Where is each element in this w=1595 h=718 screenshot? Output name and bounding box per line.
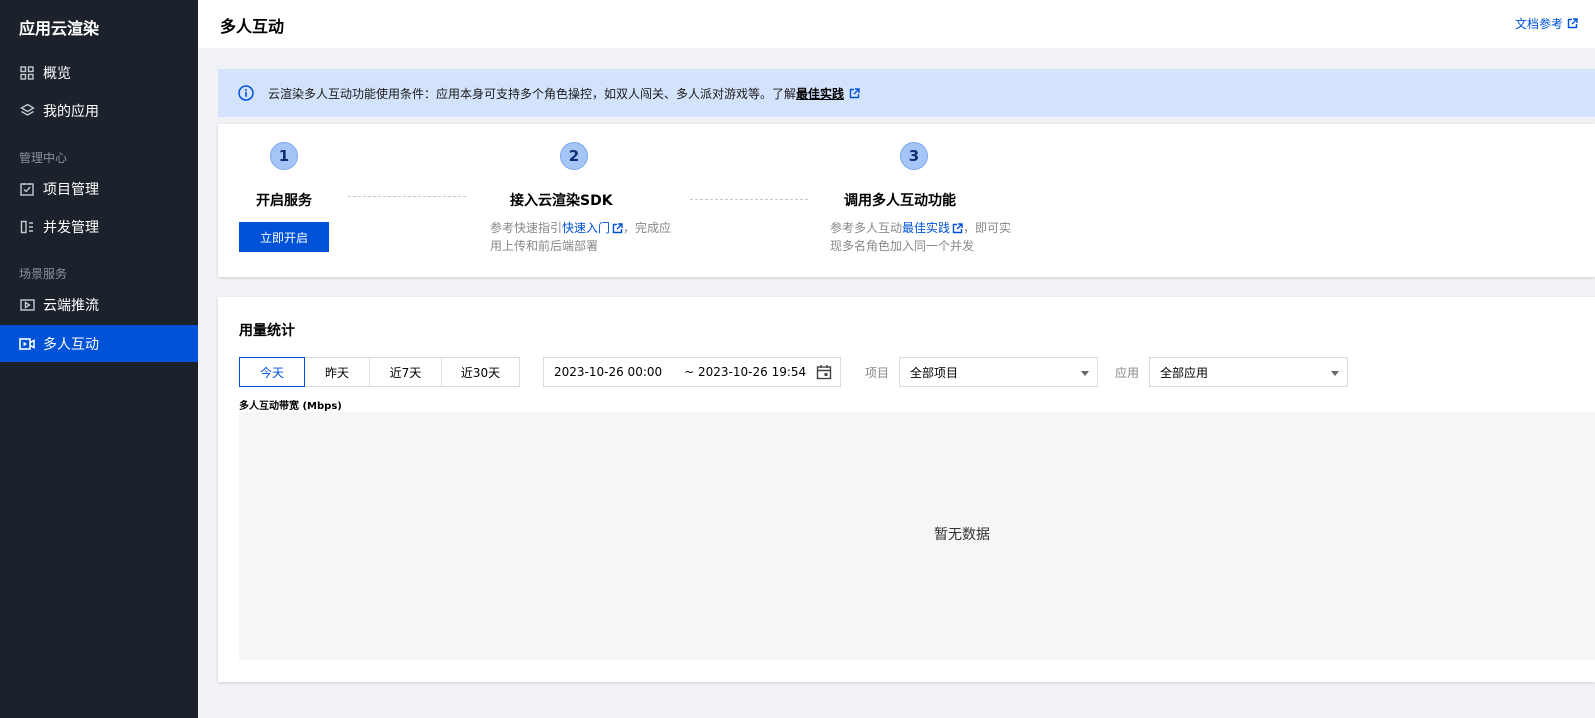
app-select[interactable]: 全部应用 [1149, 357, 1348, 387]
step-desc-3: 参考多人互动最佳实践 ，即可实现多名角色加入同一个并发 [830, 219, 1020, 255]
quick-start-link[interactable]: 快速入门 [562, 221, 610, 235]
external-link-icon[interactable] [952, 223, 963, 234]
range-tab-today[interactable]: 今天 [239, 357, 305, 387]
list-icon [19, 219, 35, 235]
sidebar-item-concurrency[interactable]: 并发管理 [0, 208, 198, 245]
step-number-2: 2 [560, 142, 588, 170]
grid-icon [19, 65, 35, 81]
project-select-value: 全部项目 [910, 365, 959, 380]
step-title-1: 开启服务 [256, 193, 312, 209]
info-notice: 云渲染多人互动功能使用条件：应用本身可支持多个角色操控，如双人闯关、多人派对游戏… [218, 69, 1595, 117]
sidebar-item-projects[interactable]: 项目管理 [0, 170, 198, 207]
range-tab-7days[interactable]: 近7天 [369, 357, 442, 387]
app-select-value: 全部应用 [1160, 365, 1209, 380]
brand-title: 应用云渲染 [19, 19, 100, 38]
step-desc-text: 参考多人互动 [830, 221, 903, 235]
page-header: 多人互动 文档参考 [198, 0, 1595, 48]
range-tab-30days[interactable]: 近30天 [441, 357, 520, 387]
sidebar-item-label: 并发管理 [43, 219, 99, 236]
chevron-down-icon [1081, 371, 1089, 376]
sidebar: 应用云渲染 概览 我的应用 管理中心 项目管理 并发管理 场景服务 云端推流 多… [0, 0, 198, 718]
sidebar-item-label: 我的应用 [43, 103, 99, 120]
step-number-3: 3 [900, 142, 928, 170]
best-practice-link[interactable]: 最佳实践 [902, 221, 950, 235]
sidebar-item-label: 项目管理 [43, 181, 99, 198]
sidebar-item-my-apps[interactable]: 我的应用 [0, 92, 198, 129]
empty-state-text: 暂无数据 [934, 527, 990, 543]
date-end: ~ 2023-10-26 19:54 [684, 365, 807, 379]
doc-reference-link[interactable]: 文档参考 [1515, 15, 1578, 32]
nav-group-manage: 管理中心 [19, 151, 68, 165]
page-title: 多人互动 [220, 17, 285, 36]
external-link-icon[interactable] [849, 87, 860, 99]
project-filter-label: 项目 [865, 366, 890, 380]
usage-title: 用量统计 [239, 323, 295, 339]
step-connector [348, 196, 466, 197]
checkbox-icon [19, 181, 35, 197]
step-connector [690, 199, 808, 200]
steps-card: 1 开启服务 立即开启 2 接入云渲染SDK 参考快速指引快速入门 ，完成应用上传… [218, 124, 1595, 277]
range-tab-yesterday[interactable]: 昨天 [304, 357, 370, 387]
sidebar-item-label: 概览 [43, 65, 71, 82]
enable-service-button[interactable]: 立即开启 [239, 222, 329, 252]
external-link-icon[interactable] [612, 223, 623, 234]
date-range-tabs: 今天 昨天 近7天 近30天 [239, 357, 520, 387]
info-icon [238, 85, 254, 101]
sidebar-item-multiplayer[interactable]: 多人互动 [0, 325, 198, 362]
sidebar-item-label: 多人互动 [43, 336, 99, 353]
project-select[interactable]: 全部项目 [899, 357, 1098, 387]
layers-icon [19, 103, 35, 119]
doc-link-label: 文档参考 [1514, 17, 1563, 31]
step-number-1: 1 [270, 142, 298, 170]
step-desc-text: 参考快速指引 [490, 221, 563, 235]
sidebar-item-label: 云端推流 [43, 297, 99, 314]
bandwidth-chart-area: 暂无数据 [239, 412, 1595, 660]
chart-label: 多人互动带宽 (Mbps) [239, 401, 342, 412]
step-desc-2: 参考快速指引快速入门 ，完成应用上传和前后端部署 [490, 219, 680, 255]
video-icon [19, 297, 35, 313]
app-filter-label: 应用 [1115, 366, 1140, 380]
step-title-3: 调用多人互动功能 [844, 193, 956, 209]
sidebar-item-cloud-stream[interactable]: 云端推流 [0, 286, 198, 323]
best-practice-link[interactable]: 最佳实践 [796, 85, 844, 102]
usage-stats-card: 用量统计 今天 昨天 近7天 近30天 2023-10-26 00:00 ~ 2… [218, 297, 1595, 682]
date-start: 2023-10-26 00:00 [554, 365, 663, 379]
date-range-picker[interactable]: 2023-10-26 00:00 ~ 2023-10-26 19:54 [543, 357, 841, 387]
step-title-2: 接入云渲染SDK [510, 193, 613, 209]
chevron-down-icon [1331, 371, 1339, 376]
video-icon [19, 336, 35, 352]
calendar-icon[interactable] [816, 364, 832, 383]
external-link-icon [1567, 18, 1578, 29]
sidebar-item-overview[interactable]: 概览 [0, 54, 198, 91]
nav-group-scene: 场景服务 [19, 267, 68, 281]
notice-text: 云渲染多人互动功能使用条件：应用本身可支持多个角色操控，如双人闯关、多人派对游戏… [268, 86, 797, 101]
